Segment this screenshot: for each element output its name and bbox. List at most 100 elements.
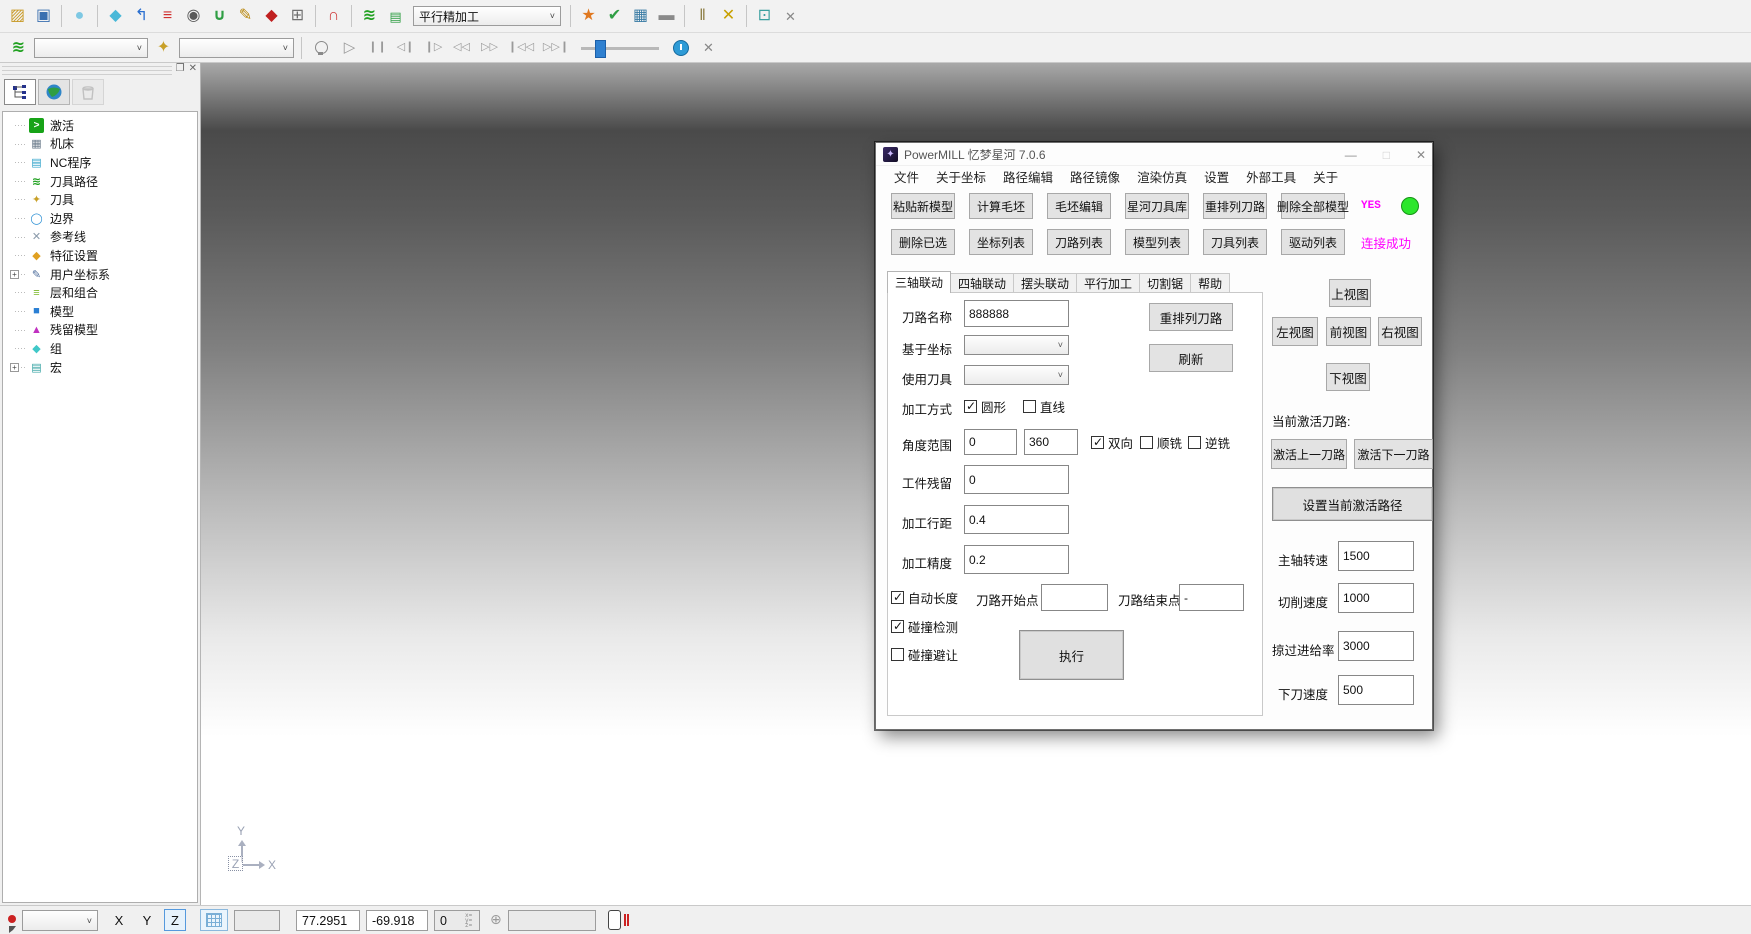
conventional-checkbox[interactable]: 逆铣 xyxy=(1188,433,1230,452)
calculator-icon[interactable]: ▦ xyxy=(628,4,653,29)
checkbox-icon[interactable] xyxy=(1188,436,1201,449)
angle-start-input[interactable] xyxy=(964,429,1017,455)
drive-list-button[interactable]: 驱动列表 xyxy=(1281,229,1345,255)
tab-help[interactable]: 帮助 xyxy=(1190,273,1230,293)
tab-parallel[interactable]: 平行加工 xyxy=(1076,273,1140,293)
stepover-input[interactable] xyxy=(964,505,1069,534)
right-view-button[interactable]: 右视图 xyxy=(1378,317,1422,346)
blob-icon[interactable]: ● xyxy=(67,4,92,29)
left-view-button[interactable]: 左视图 xyxy=(1272,317,1318,346)
checkbox-icon[interactable] xyxy=(891,620,904,633)
blocks-3d-icon[interactable]: ⊡ xyxy=(752,4,777,29)
angle-end-input[interactable] xyxy=(1024,429,1078,455)
strategy-list-icon[interactable]: ▤ xyxy=(383,4,408,29)
tab-tilt-head[interactable]: 摆头联动 xyxy=(1013,273,1077,293)
delete-selected-button[interactable]: 删除已选 xyxy=(891,229,955,255)
tool-library-button[interactable]: 星河刀具库 xyxy=(1125,193,1189,219)
slider-handle[interactable] xyxy=(595,40,606,58)
block-icon[interactable]: ◆ xyxy=(103,4,128,29)
tree-item-models[interactable]: ■模型 xyxy=(3,302,197,321)
nc-edit-icon[interactable]: ≡ xyxy=(155,4,180,29)
rewind-icon[interactable]: ◁◁ xyxy=(449,35,474,60)
axis-y-button[interactable]: Y xyxy=(136,909,158,931)
tree-item-workplanes[interactable]: +✎用户坐标系 xyxy=(3,265,197,284)
trash-tab[interactable] xyxy=(72,79,104,105)
tree-item-feature-sets[interactable]: ◆特征设置 xyxy=(3,246,197,265)
clock-icon[interactable] xyxy=(668,35,693,60)
transform-arrows-icon[interactable]: ✕ xyxy=(716,4,741,29)
save-project-icon[interactable]: ▣ xyxy=(31,4,56,29)
tree-item-nc-programs[interactable]: ▤NC程序 xyxy=(3,153,197,172)
circle-checkbox[interactable]: 圆形 xyxy=(964,397,1006,416)
speed-slider[interactable] xyxy=(581,39,659,57)
measure-field[interactable] xyxy=(508,910,596,931)
axis-x-button[interactable]: X xyxy=(108,909,130,931)
toolpath-name-input[interactable] xyxy=(964,300,1069,327)
tree-item-macros[interactable]: +▤宏 xyxy=(3,358,197,377)
globe-view-tab[interactable] xyxy=(38,79,70,105)
tool-list-button[interactable]: 刀具列表 xyxy=(1203,229,1267,255)
grid-toggle-icon[interactable] xyxy=(200,909,228,931)
close-toolbar-icon[interactable]: ✕ xyxy=(696,35,721,60)
tool-pair-icon[interactable]: ‖ xyxy=(690,4,715,29)
execute-button[interactable]: 执行 xyxy=(1019,630,1124,680)
position-probe-icon[interactable]: ⊕ xyxy=(490,911,502,928)
toolpath-dropdown[interactable]: ˅ xyxy=(34,38,148,58)
compute-block-button[interactable]: 计算毛坯 xyxy=(969,193,1033,219)
menu-file[interactable]: 文件 xyxy=(894,167,919,186)
step-forward-icon[interactable]: ❙▷ xyxy=(421,35,446,60)
close-icon[interactable]: ✕ xyxy=(1416,148,1426,162)
tool-dropdown[interactable]: ˅ xyxy=(179,38,294,58)
tree-item-levels-sets[interactable]: ≡层和组合 xyxy=(3,283,197,302)
checkbox-icon[interactable] xyxy=(891,648,904,661)
menu-path-mirror[interactable]: 路径镜像 xyxy=(1070,167,1120,186)
menu-settings[interactable]: 设置 xyxy=(1204,167,1229,186)
device-toggle-icon[interactable] xyxy=(608,910,621,930)
front-view-button[interactable]: 前视图 xyxy=(1326,317,1371,346)
menu-path-edit[interactable]: 路径编辑 xyxy=(1003,167,1053,186)
tool-ball-icon[interactable]: ◉ xyxy=(181,4,206,29)
tool-arc-icon[interactable]: ∩ xyxy=(321,4,346,29)
fast-forward-icon[interactable]: ▷▷ xyxy=(477,35,502,60)
tree-item-stock-models[interactable]: ▲残留模型 xyxy=(3,321,197,340)
tree-item-groups[interactable]: ◆组 xyxy=(3,339,197,358)
start-point-input[interactable] xyxy=(1041,584,1108,611)
checkbox-icon[interactable] xyxy=(1140,436,1153,449)
paste-new-model-button[interactable]: 粘贴新模型 xyxy=(891,193,955,219)
close-panel-icon[interactable]: ✕ xyxy=(189,63,197,74)
pause-icon[interactable]: ❙❙ xyxy=(365,35,390,60)
collision-avoid-checkbox[interactable]: 碰撞避让 xyxy=(891,645,958,664)
grid-size-field[interactable] xyxy=(234,910,280,931)
checkbox-icon[interactable] xyxy=(1091,436,1104,449)
coord-x-field[interactable]: 77.2951 xyxy=(296,910,360,931)
rearrange-toolpaths-button[interactable]: 重排列刀路 xyxy=(1203,193,1267,219)
toolpath-spring-icon[interactable]: ≋ xyxy=(6,35,31,60)
menu-render-sim[interactable]: 渲染仿真 xyxy=(1137,167,1187,186)
float-panel-icon[interactable]: ❐ xyxy=(176,63,185,74)
menu-about-coords[interactable]: 关于坐标 xyxy=(936,167,986,186)
tree-item-tools[interactable]: ✦刀具 xyxy=(3,190,197,209)
go-end-icon[interactable]: ▷▷❙ xyxy=(540,35,572,60)
dialog-titlebar[interactable]: ✦ PowerMILL 忆梦星河 7.0.6 — □ ✕ xyxy=(876,143,1432,166)
model-list-button[interactable]: 模型列表 xyxy=(1125,229,1189,255)
coord-list-button[interactable]: 坐标列表 xyxy=(969,229,1033,255)
record-dot-icon[interactable] xyxy=(8,915,16,923)
set-active-path-button[interactable]: 设置当前激活路径 xyxy=(1272,487,1433,521)
panel-grip[interactable] xyxy=(2,66,172,76)
spindle-speed-input[interactable] xyxy=(1338,541,1414,571)
activate-next-button[interactable]: 激活下一刀路 xyxy=(1354,439,1433,469)
pattern-points-icon[interactable]: ◆ xyxy=(259,4,284,29)
menu-about[interactable]: 关于 xyxy=(1313,167,1338,186)
expand-icon[interactable]: + xyxy=(10,270,19,279)
xyz-list-icon[interactable]: x=y=z= xyxy=(465,913,478,928)
tool-star-icon[interactable]: ★ xyxy=(576,4,601,29)
stock-input[interactable] xyxy=(964,465,1069,494)
auto-length-checkbox[interactable]: 自动长度 xyxy=(891,588,958,607)
end-point-input[interactable] xyxy=(1179,584,1244,611)
plunge-speed-input[interactable] xyxy=(1338,675,1414,705)
tree-item-reference-lines[interactable]: ✕参考线 xyxy=(3,228,197,247)
tool-block-icon[interactable]: ⊞ xyxy=(285,4,310,29)
delete-all-models-button[interactable]: 删除全部模型 xyxy=(1281,193,1345,219)
toolpath-list-button[interactable]: 刀路列表 xyxy=(1047,229,1111,255)
pencil-curve-icon[interactable]: ✎ xyxy=(233,4,258,29)
